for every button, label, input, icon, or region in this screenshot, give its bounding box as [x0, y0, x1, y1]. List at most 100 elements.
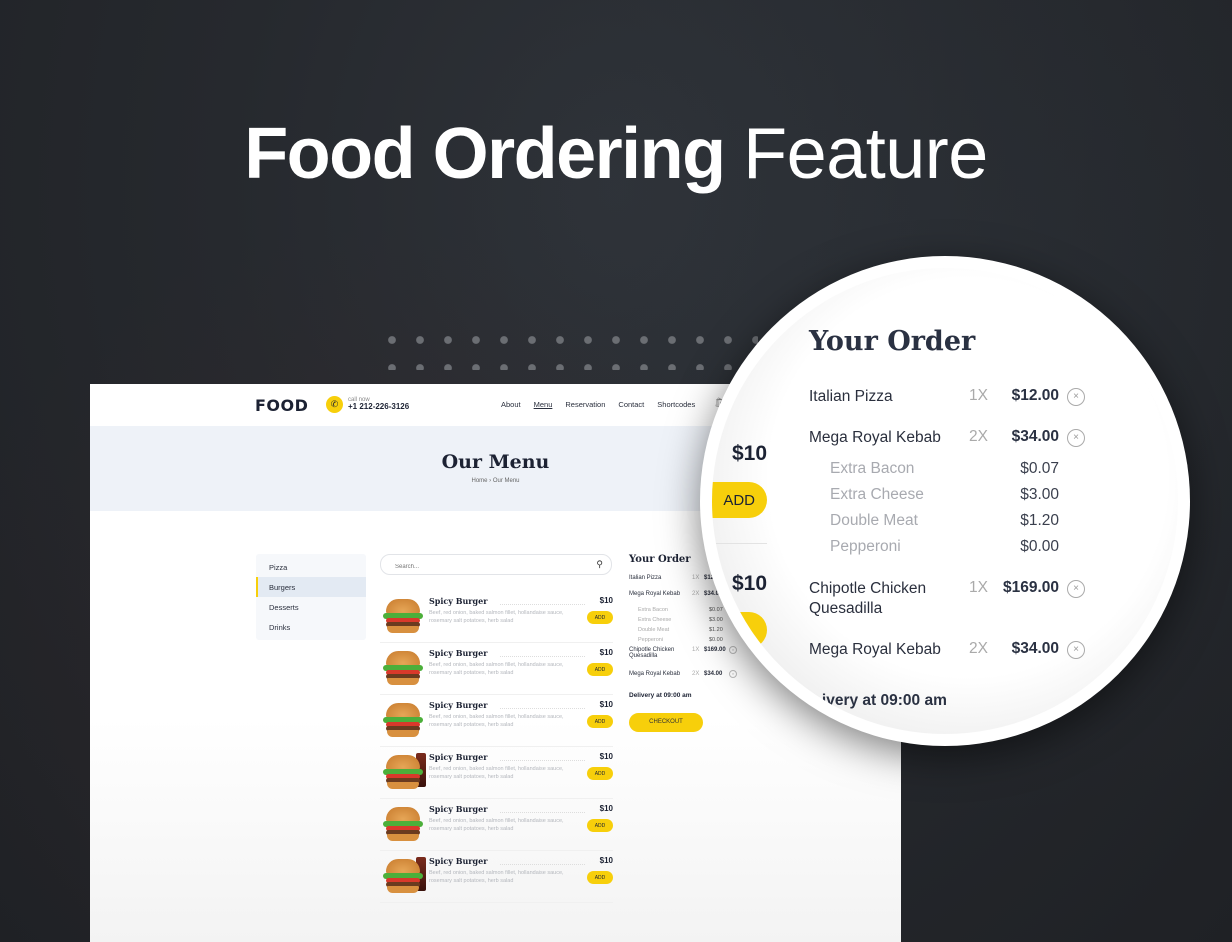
site-logo[interactable]: FOOD: [255, 396, 308, 415]
order-item-price: $34.00: [1011, 640, 1059, 657]
burger-image: [382, 805, 424, 843]
magnified-order-row: Mega Royal Kebab 2X $34.00 ×: [809, 428, 1099, 448]
phone-icon: ✆: [326, 396, 343, 413]
burger-image: [382, 701, 424, 739]
category-burgers[interactable]: Burgers: [256, 577, 366, 597]
add-button[interactable]: ADD: [587, 663, 613, 676]
remove-icon: ×: [1067, 429, 1085, 447]
magnified-extra: Extra Bacon $0.07: [809, 460, 1099, 486]
order-item-qty: 1X: [692, 647, 700, 653]
item-description: Beef, red onion, baked salmon fillet, ho…: [429, 662, 564, 676]
remove-icon: ×: [1067, 580, 1085, 598]
add-button[interactable]: ADD: [587, 611, 613, 624]
remove-icon: ×: [1067, 641, 1085, 659]
order-item-price: $34.00: [1011, 428, 1059, 445]
burger-drink-image: [382, 753, 426, 791]
dotted-leader: [500, 604, 585, 605]
item-name: Spicy Burger: [429, 752, 488, 762]
menu-item: Spicy Burger $10 Beef, red onion, baked …: [380, 747, 613, 799]
extra-name: Double Meat: [638, 627, 670, 633]
nav-shortcodes[interactable]: Shortcodes: [657, 400, 695, 409]
item-description: Beef, red onion, baked salmon fillet, ho…: [429, 610, 564, 624]
call-now[interactable]: ✆ call now +1 212-226-3126: [326, 396, 409, 413]
search-input[interactable]: [393, 563, 577, 571]
order-item-qty: 1X: [969, 387, 988, 404]
magnified-price: $10: [732, 572, 768, 595]
dotted-leader: [500, 656, 585, 657]
item-description: Beef, red onion, baked salmon fillet, ho…: [429, 870, 564, 884]
category-drinks[interactable]: Drinks: [256, 617, 366, 637]
extra-name: Extra Bacon: [638, 607, 668, 613]
item-name: Spicy Burger: [429, 804, 488, 814]
nav-contact[interactable]: Contact: [618, 400, 644, 409]
magnified-extra: Double Meat $1.20: [809, 512, 1099, 538]
add-button[interactable]: ADD: [587, 715, 613, 728]
add-button[interactable]: ADD: [587, 767, 613, 780]
order-item-name: Mega Royal Kebab: [629, 671, 681, 677]
order-item-qty: 2X: [969, 640, 988, 657]
item-name: Spicy Burger: [429, 596, 488, 606]
order-item-price: $12.00: [1011, 387, 1059, 404]
menu-item: Spicy Burger $10 Beef, red onion, baked …: [380, 591, 613, 643]
menu-item: Spicy Burger $10 Beef, red onion, baked …: [380, 695, 613, 747]
nav-about[interactable]: About: [501, 400, 521, 409]
order-item-name: Chipotle Chicken Quesadilla: [629, 647, 675, 659]
menu-item: Spicy Burger $10 Beef, red onion, baked …: [380, 643, 613, 695]
magnified-add-button: ADD: [712, 482, 767, 518]
divider: [712, 543, 767, 544]
add-button[interactable]: ADD: [587, 819, 613, 832]
remove-icon: ×: [1067, 388, 1085, 406]
nav-reservation[interactable]: Reservation: [565, 400, 605, 409]
magnified-order-panel: Your Order Italian Pizza 1X $12.00 × Meg…: [809, 326, 1099, 710]
magnifier: $10 ADD $10 Your Order Italian Pizza 1X …: [700, 256, 1190, 746]
dotted-leader: [500, 760, 585, 761]
order-item-qty: 2X: [969, 428, 988, 445]
item-price: $10: [599, 700, 613, 709]
extra-price: $0.07: [1020, 460, 1059, 477]
menu-item: Spicy Burger $10 Beef, red onion, baked …: [380, 799, 613, 851]
category-pizza[interactable]: Pizza: [256, 557, 366, 577]
burger-image: [382, 649, 424, 687]
item-price: $10: [599, 856, 613, 865]
search-box: ⚲: [380, 554, 612, 575]
dotted-leader: [500, 864, 585, 865]
magnified-price: $10: [732, 442, 768, 465]
search-icon[interactable]: ⚲: [596, 559, 603, 570]
headline-bold: Food Ordering: [244, 114, 726, 194]
order-item-name: Chipotle Chicken Quesadilla: [809, 580, 927, 617]
order-item-name: Mega Royal Kebab: [809, 429, 941, 446]
magnified-add-button: [712, 612, 767, 648]
order-item-name: Italian Pizza: [629, 575, 662, 581]
order-item-price: $169.00: [1002, 579, 1059, 596]
main-nav: About Menu Reservation Contact Shortcode…: [501, 400, 695, 409]
headline: Food Ordering Feature: [0, 118, 1232, 190]
item-name: Spicy Burger: [429, 648, 488, 658]
menu-item: Spicy Burger $10 Beef, red onion, baked …: [380, 851, 613, 903]
order-item-name: Mega Royal Kebab: [809, 641, 941, 658]
dotted-leader: [500, 708, 585, 709]
magnified-delivery-time: ivery at 09:00 am: [809, 692, 1099, 710]
item-price: $10: [599, 804, 613, 813]
add-button[interactable]: ADD: [587, 871, 613, 884]
extra-name: Extra Cheese: [638, 617, 672, 623]
magnifier-lens: $10 ADD $10 Your Order Italian Pizza 1X …: [712, 268, 1178, 734]
headline-light: Feature: [743, 114, 988, 194]
magnified-order-row: Mega Royal Kebab 2X $34.00 ×: [809, 640, 1099, 660]
extra-name: Pepperoni: [830, 538, 901, 555]
decorative-dot-grid: [378, 326, 758, 370]
extra-name: Extra Bacon: [830, 460, 915, 477]
item-price: $10: [599, 648, 613, 657]
extra-price: $1.20: [1020, 512, 1059, 529]
magnified-order-row: Chipotle Chicken Quesadilla 1X $169.00 ×: [809, 579, 1099, 619]
category-desserts[interactable]: Desserts: [256, 597, 366, 617]
extra-price: $0.00: [1020, 538, 1059, 555]
category-sidebar: Pizza Burgers Desserts Drinks: [256, 554, 366, 640]
nav-menu[interactable]: Menu: [534, 400, 553, 409]
order-item-qty: 1X: [969, 579, 988, 596]
order-item-qty: 2X: [692, 671, 700, 677]
checkout-button[interactable]: CHECKOUT: [629, 712, 703, 732]
magnified-menu-edge: $10 ADD $10: [712, 268, 787, 734]
dotted-leader: [500, 812, 585, 813]
extra-price: $3.00: [1020, 486, 1059, 503]
phone-number: +1 212-226-3126: [348, 402, 410, 412]
